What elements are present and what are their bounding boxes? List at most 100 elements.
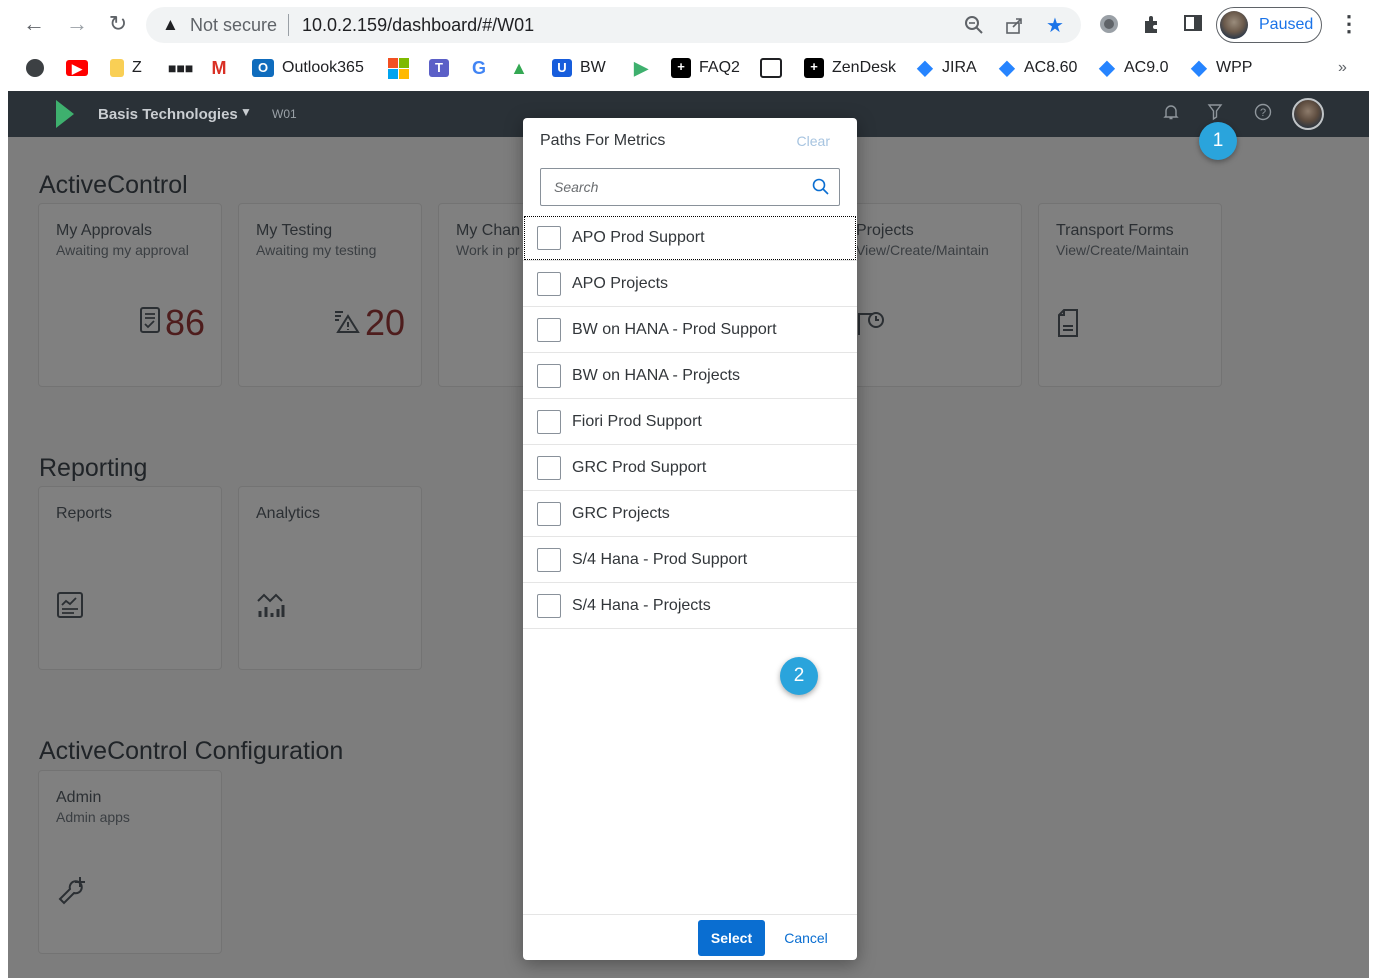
- address-bar[interactable]: ▲ Not secure 10.0.2.159/dashboard/#/W01 …: [146, 7, 1081, 43]
- extensions-puzzle-icon[interactable]: [1141, 13, 1163, 41]
- plus-box-icon: +: [671, 58, 691, 78]
- bookmark-gmail[interactable]: M: [210, 57, 236, 79]
- tile-my-testing[interactable]: My Testing Awaiting my testing 20: [238, 203, 422, 387]
- list-item[interactable]: BW on HANA - Projects: [523, 353, 857, 399]
- list-item[interactable]: GRC Projects: [523, 491, 857, 537]
- extension-globe-icon[interactable]: [1098, 13, 1120, 41]
- checkbox[interactable]: [537, 455, 561, 480]
- cancel-button[interactable]: Cancel: [775, 920, 837, 956]
- list-item[interactable]: APO Projects: [523, 261, 857, 307]
- brand-name[interactable]: Basis Technologies: [98, 106, 238, 123]
- checkbox[interactable]: [537, 317, 561, 342]
- help-icon[interactable]: ?: [1254, 103, 1272, 126]
- list-item[interactable]: GRC Prod Support: [523, 445, 857, 491]
- checkbox[interactable]: [537, 501, 561, 526]
- bookmark-drive[interactable]: ▲: [510, 57, 536, 79]
- chevron-down-icon[interactable]: ▼: [240, 105, 252, 119]
- search-input[interactable]: [541, 169, 809, 205]
- tile-transport-forms[interactable]: Transport Forms View/Create/Maintain: [1038, 203, 1222, 387]
- checkbox[interactable]: [537, 547, 561, 572]
- bookmark-basis[interactable]: ▶: [632, 57, 658, 79]
- checkbox[interactable]: [537, 271, 561, 296]
- select-button[interactable]: Select: [698, 920, 765, 956]
- tile-analytics[interactable]: Analytics: [238, 486, 422, 670]
- jira-diamond-icon: ◆: [999, 57, 1015, 79]
- back-arrow-icon[interactable]: ←: [20, 10, 48, 38]
- bookmark-label: ZenDesk: [832, 59, 897, 76]
- checkbox[interactable]: [537, 225, 561, 250]
- bookmark-star-icon[interactable]: ★: [1046, 13, 1064, 38]
- testing-count: 20: [364, 302, 405, 343]
- project-clock-icon: [856, 308, 886, 345]
- warning-icon[interactable]: ▲: [162, 15, 179, 35]
- zoom-icon[interactable]: [964, 15, 984, 40]
- tile-admin[interactable]: Admin Admin apps: [38, 770, 222, 954]
- user-avatar[interactable]: [1292, 98, 1324, 130]
- bookmark-wpp[interactable]: ◆ WPP: [1190, 57, 1252, 79]
- list-item-label: Fiori Prod Support: [572, 412, 702, 430]
- list-item[interactable]: Fiori Prod Support: [523, 399, 857, 445]
- basis-logo-icon[interactable]: [56, 100, 74, 128]
- profile-button[interactable]: Paused: [1216, 7, 1322, 43]
- tile-subtitle: Admin apps: [56, 809, 130, 825]
- share-icon[interactable]: [1004, 15, 1024, 40]
- tile-subtitle: View/Create/Maintain: [1056, 242, 1189, 258]
- testing-warning-icon: [333, 306, 361, 341]
- microsoft-icon: [388, 57, 409, 79]
- bookmark-dots[interactable]: ■■■: [168, 57, 194, 79]
- bookmark-book[interactable]: [760, 57, 790, 79]
- more-bookmarks-chevron-icon[interactable]: »: [1338, 57, 1347, 79]
- side-panel-icon[interactable]: [1183, 13, 1203, 39]
- tile-reports[interactable]: Reports: [38, 486, 222, 670]
- bookmark-youtube[interactable]: ▶: [66, 57, 96, 79]
- checkbox[interactable]: [537, 363, 561, 388]
- form-document-icon: [1056, 308, 1080, 345]
- checkbox[interactable]: [537, 593, 561, 618]
- dialog-title: Paths For Metrics: [540, 132, 666, 149]
- bookmark-z[interactable]: Z: [110, 57, 142, 79]
- list-item[interactable]: APO Prod Support: [523, 215, 857, 261]
- reload-icon[interactable]: ↻: [104, 10, 132, 38]
- list-item[interactable]: S/4 Hana - Projects: [523, 583, 857, 629]
- tile-my-approvals[interactable]: My Approvals Awaiting my approval 86: [38, 203, 222, 387]
- teams-icon: T: [429, 59, 449, 77]
- omnibox-divider: [288, 14, 289, 36]
- bookmark-ac860[interactable]: ◆ AC8.60: [998, 57, 1077, 79]
- search-field[interactable]: [540, 168, 840, 206]
- tile-title: My Chan: [456, 222, 521, 239]
- bookmark-jira[interactable]: ◆ JIRA: [916, 57, 976, 79]
- bookmark-microsoft[interactable]: [388, 57, 409, 79]
- bookmark-teams[interactable]: T: [429, 57, 457, 79]
- not-secure-label[interactable]: Not secure: [190, 15, 277, 36]
- search-icon[interactable]: [811, 177, 831, 197]
- bookmark-faq2[interactable]: + FAQ2: [671, 57, 740, 79]
- bookmark-app[interactable]: [26, 57, 52, 79]
- bookmark-ac90[interactable]: ◆ AC9.0: [1098, 57, 1168, 79]
- bookmark-bw[interactable]: U BW: [552, 57, 606, 79]
- tile-title: Transport Forms: [1056, 222, 1174, 239]
- dots-app-icon: ■■■: [168, 60, 194, 76]
- notification-bell-icon[interactable]: [1162, 103, 1180, 126]
- bookmark-zendesk[interactable]: + ZenDesk: [804, 57, 896, 79]
- book-icon: [760, 58, 782, 78]
- browser-menu-icon[interactable]: ⋮: [1338, 11, 1360, 37]
- list-item[interactable]: S/4 Hana - Prod Support: [523, 537, 857, 583]
- plus-box-icon: +: [804, 58, 824, 78]
- tile-title: My Approvals: [56, 222, 153, 239]
- list-item[interactable]: BW on HANA - Prod Support: [523, 307, 857, 353]
- paths-for-metrics-dialog: Paths For Metrics Clear APO Prod Support…: [523, 118, 857, 960]
- google-icon: G: [471, 58, 486, 78]
- forward-arrow-icon[interactable]: →: [63, 10, 91, 38]
- outlook-icon: O: [252, 59, 274, 77]
- bookmark-google[interactable]: G: [470, 57, 496, 79]
- admin-tools-icon: [56, 875, 88, 912]
- tile-title: Analytics: [256, 505, 321, 522]
- group-title-activecontrol: ActiveControl: [39, 171, 188, 199]
- checkbox[interactable]: [537, 409, 561, 434]
- bookmarks-bar: ▶ Z ■■■ M O Outlook365 T G ▲ U BW ▶ + FAQ2 …: [0, 52, 1375, 84]
- profile-avatar: [1220, 11, 1248, 39]
- url-text[interactable]: 10.0.2.159/dashboard/#/W01: [302, 15, 534, 36]
- bookmark-outlook[interactable]: O Outlook365: [252, 57, 364, 79]
- tile-projects[interactable]: Projects View/Create/Maintain: [838, 203, 1022, 387]
- clear-button[interactable]: Clear: [797, 133, 830, 149]
